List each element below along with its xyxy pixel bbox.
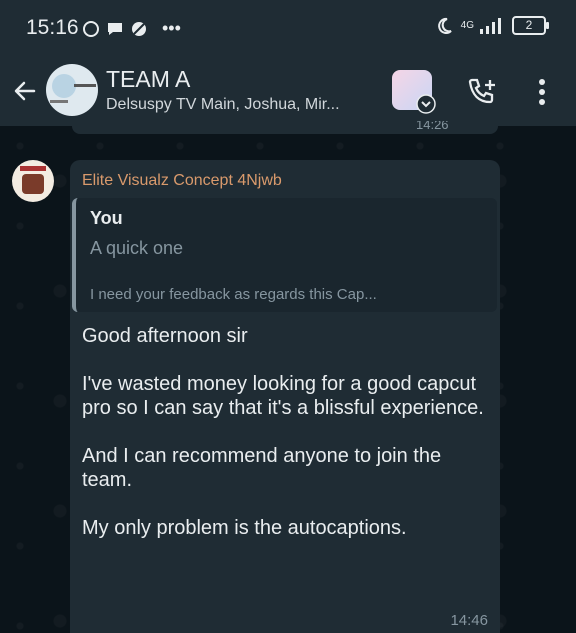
sender-name[interactable]: Elite Visualz Concept 4Njwb (82, 172, 282, 190)
quote-author: You (90, 208, 123, 228)
status-time: 15:16 (26, 16, 79, 39)
battery-icon: 2 (512, 16, 549, 35)
whatsapp-icon (83, 20, 99, 37)
sender-avatar[interactable] (12, 160, 54, 202)
message-paragraph: I've wasted money looking for a good cap… (82, 373, 484, 419)
quote-text-line: I need your feedback as regards this Cap… (90, 286, 377, 303)
quoted-message[interactable]: You A quick one I need your feedback as … (72, 198, 497, 312)
quote-text-line: A quick one (90, 238, 184, 258)
video-call-button[interactable] (392, 70, 436, 114)
back-arrow-icon[interactable] (10, 76, 40, 106)
moon-icon (437, 17, 452, 34)
status-bar: 15:16 ••• 4G 2 (0, 0, 576, 58)
more-notifications-icon: ••• (162, 18, 181, 38)
system-icons: 4G 2 (435, 16, 549, 35)
chevron-down-icon (416, 94, 436, 114)
previous-message-time: 14:26 (416, 121, 449, 132)
group-title[interactable]: TEAM A (106, 66, 190, 93)
add-call-icon[interactable] (466, 76, 498, 108)
message-text: Good afternoon sir I've wasted money loo… (82, 324, 492, 564)
signal-icon (480, 17, 501, 34)
group-avatar[interactable] (46, 64, 98, 116)
message-paragraph: My only problem is the autocaptions. (82, 517, 407, 539)
chat-header: TEAM A Delsuspy TV Main, Joshua, Mir... (0, 58, 576, 126)
message-bubble[interactable]: Elite Visualz Concept 4Njwb You A quick … (70, 160, 500, 633)
message-time: 14:46 (450, 612, 488, 629)
chat-icon (108, 22, 122, 35)
more-options-icon[interactable] (532, 76, 552, 108)
blocked-icon (132, 21, 146, 36)
message-paragraph: And I can recommend anyone to join the t… (82, 445, 442, 491)
group-members[interactable]: Delsuspy TV Main, Joshua, Mir... (106, 96, 340, 114)
network-label: 4G (460, 19, 474, 31)
message-paragraph: Good afternoon sir (82, 325, 248, 347)
notification-icons: ••• (82, 18, 181, 39)
